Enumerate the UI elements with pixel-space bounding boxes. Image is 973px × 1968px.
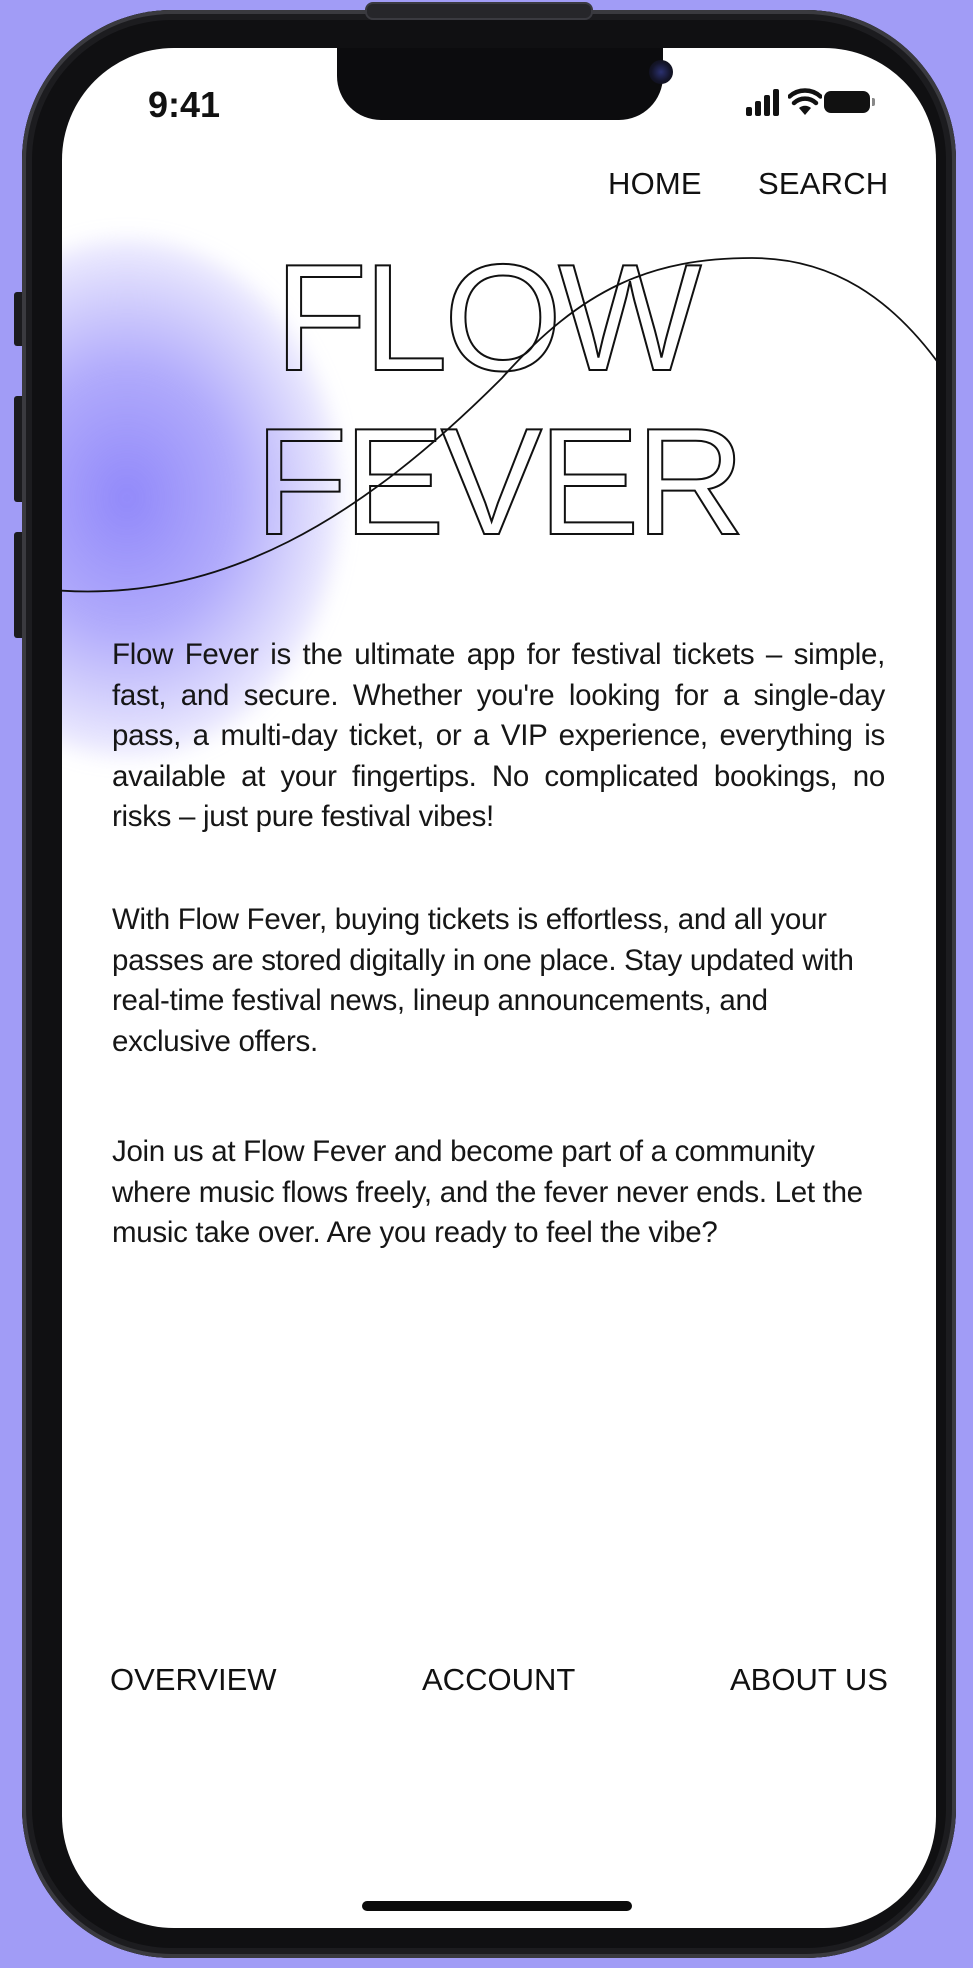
wifi-icon xyxy=(788,88,822,115)
silent-switch xyxy=(14,292,22,346)
volume-down-button xyxy=(14,532,22,638)
tab-about-us[interactable]: ABOUT US xyxy=(730,1662,888,1698)
community-paragraph: Join us at Flow Fever and become part of… xyxy=(112,1135,863,1249)
intro-paragraph: Flow Fever is the ultimate app for festi… xyxy=(112,638,885,833)
tab-overview[interactable]: OVERVIEW xyxy=(110,1662,277,1698)
features-paragraph: With Flow Fever, buying tickets is effor… xyxy=(112,903,854,1058)
tab-account[interactable]: ACCOUNT xyxy=(422,1662,575,1698)
cellular-signal-icon xyxy=(746,88,780,116)
nav-search-link[interactable]: SEARCH xyxy=(758,166,888,202)
notch xyxy=(337,48,673,120)
battery-icon xyxy=(824,91,875,113)
nav-home-link[interactable]: HOME xyxy=(608,166,702,202)
hero-title-fever: FEVER xyxy=(255,397,742,567)
volume-up-button xyxy=(14,396,22,502)
status-time: 9:41 xyxy=(148,84,221,125)
hero-title-flow: FLOW xyxy=(274,233,701,403)
front-camera xyxy=(649,60,673,84)
earpiece-speaker xyxy=(365,2,593,20)
phone-screen: FLOW FEVER 9:41 HOME SEARCH Flow Fever i… xyxy=(62,48,936,1928)
home-indicator[interactable] xyxy=(362,1901,632,1911)
status-icons xyxy=(720,88,875,118)
